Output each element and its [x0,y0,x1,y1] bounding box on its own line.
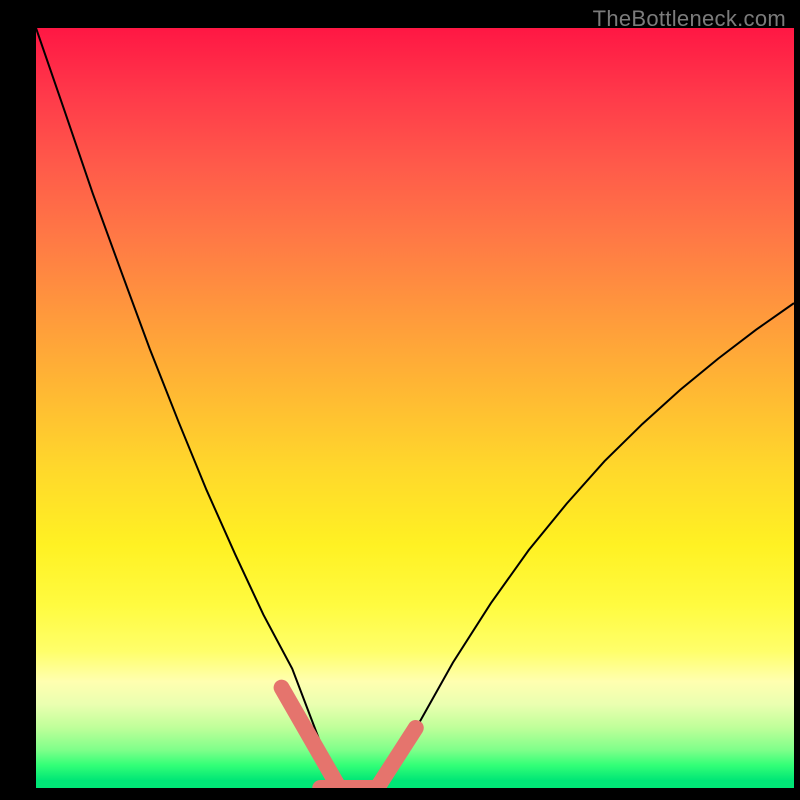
curve-right-branch [377,303,794,788]
watermark-label: TheBottleneck.com [593,6,786,32]
highlight-right [377,728,416,788]
curve-layer [36,28,794,788]
highlight-left [282,688,340,788]
plot-area [36,28,794,788]
curve-left-branch [36,28,339,788]
chart-frame: TheBottleneck.com [0,0,800,800]
